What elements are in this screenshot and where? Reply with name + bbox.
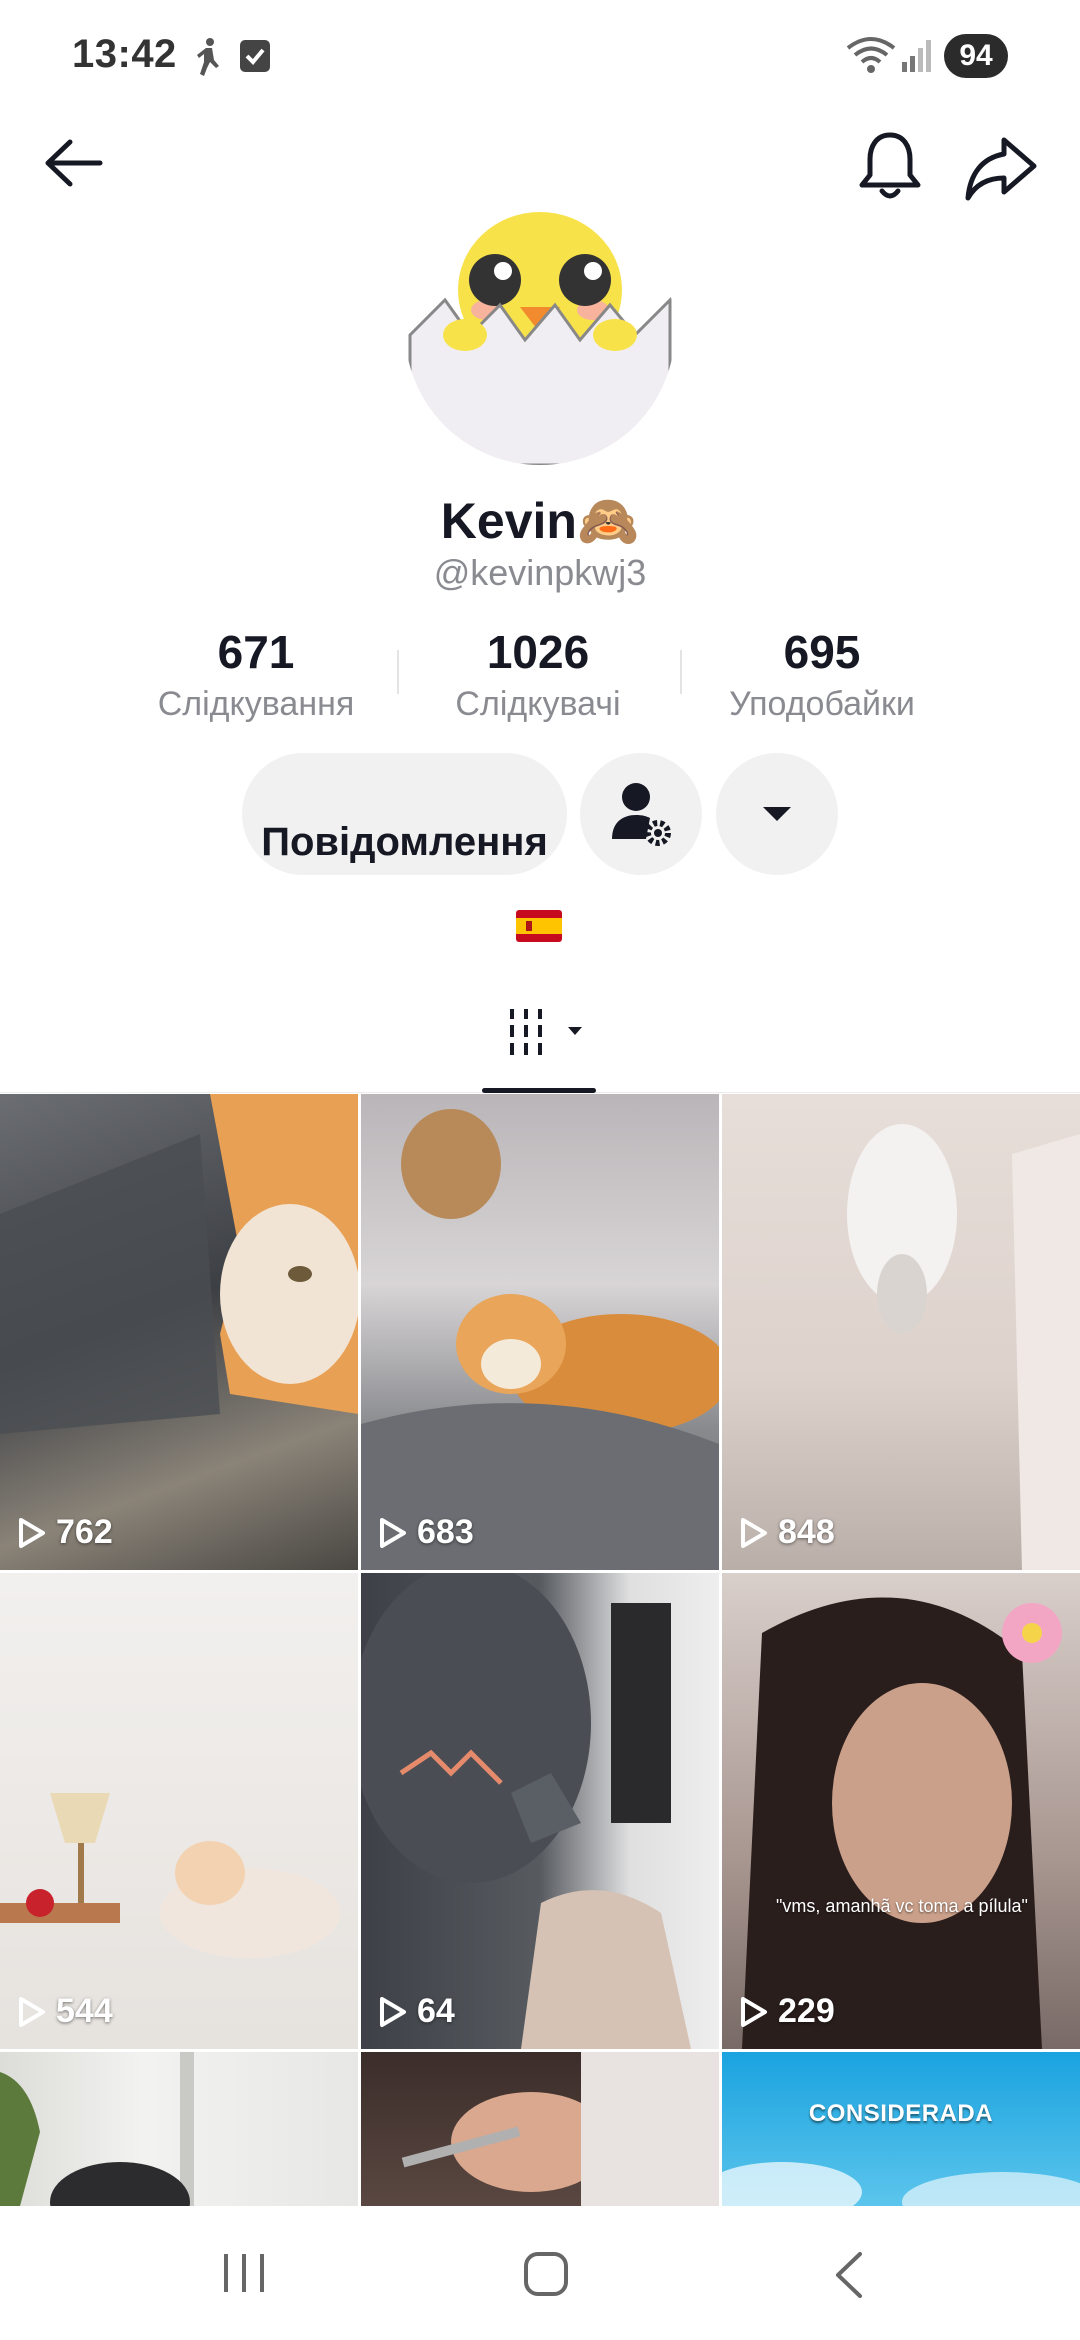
followers-count: 1026 xyxy=(486,626,590,678)
avatar[interactable] xyxy=(405,195,675,465)
views-value: 762 xyxy=(56,1513,113,1551)
views-count: 683 xyxy=(379,1513,474,1552)
video-thumbnail-cat-lamp xyxy=(0,1793,340,1958)
likes-label: Уподобайки xyxy=(729,685,915,723)
status-time: 13:42 xyxy=(72,32,177,76)
more-options-button[interactable] xyxy=(716,753,838,875)
caret-down-icon xyxy=(763,807,791,821)
message-button[interactable]: Повідомлення xyxy=(242,753,567,875)
video-tile[interactable]: 544 xyxy=(0,1573,358,2049)
username: @kevinpkwj3 xyxy=(433,552,647,593)
video-thumbnail-room xyxy=(0,2052,194,2206)
home-icon[interactable] xyxy=(522,2250,570,2298)
video-thumbnail-sky xyxy=(722,2162,1080,2206)
video-thumbnail-cat-bed xyxy=(361,1109,719,1570)
play-icon xyxy=(741,1996,767,2027)
play-icon xyxy=(19,1517,45,1548)
back-arrow-icon[interactable] xyxy=(40,128,110,198)
signal-icon xyxy=(902,40,931,72)
stat-divider xyxy=(397,650,399,694)
check-square-icon xyxy=(240,40,270,72)
views-value: 848 xyxy=(778,1513,835,1551)
video-thumbnail-hands xyxy=(401,2052,719,2206)
video-tile[interactable]: "vms, amanhã vc toma a pílula" 229 xyxy=(722,1573,1080,2049)
following-stat[interactable]: 671 Слідкування xyxy=(126,625,386,724)
stat-divider xyxy=(680,650,682,694)
play-icon xyxy=(380,1517,406,1548)
wifi-icon xyxy=(846,37,896,73)
followers-stat[interactable]: 1026 Слідкувачі xyxy=(408,625,668,724)
video-tile[interactable] xyxy=(361,2052,719,2206)
following-count: 671 xyxy=(217,626,295,678)
likes-count: 695 xyxy=(783,626,861,678)
views-value: 544 xyxy=(56,1992,113,2030)
video-tile[interactable]: 683 xyxy=(361,1094,719,1570)
video-thumbnail-girl-selfie xyxy=(742,1597,1062,2049)
following-label: Слідкування xyxy=(157,685,355,723)
video-tile[interactable]: 762 xyxy=(0,1094,358,1570)
views-value: 229 xyxy=(778,1992,835,2030)
views-count: 64 xyxy=(379,1992,455,2031)
video-tile[interactable]: 848 xyxy=(722,1094,1080,1570)
video-thumbnail-tattooed-man xyxy=(361,1573,691,2049)
views-value: 64 xyxy=(417,1992,455,2030)
play-icon xyxy=(19,1996,45,2027)
bell-icon[interactable] xyxy=(850,125,930,205)
video-caption-overlay: "vms, amanhã vc toma a pílula" xyxy=(776,1896,1028,1916)
back-icon[interactable] xyxy=(830,2250,870,2300)
video-thumbnail-cat-roof xyxy=(0,1094,358,1434)
followers-label: Слідкувачі xyxy=(455,685,621,723)
chick-in-egg-avatar xyxy=(405,195,675,465)
battery-indicator: 94 xyxy=(944,34,1008,78)
views-value: 683 xyxy=(417,1513,474,1551)
views-count: 848 xyxy=(740,1513,835,1552)
views-count: 229 xyxy=(740,1992,835,2031)
video-thumbnail-chinchilla xyxy=(847,1124,1080,1570)
add-friend-button[interactable] xyxy=(580,753,702,875)
views-count: 544 xyxy=(18,1992,113,2031)
video-tile[interactable]: CONSIDERADA xyxy=(722,2052,1080,2206)
play-icon xyxy=(741,1517,767,1548)
likes-stat[interactable]: 695 Уподобайки xyxy=(692,625,952,724)
video-tile[interactable] xyxy=(0,2052,358,2206)
share-arrow-icon[interactable] xyxy=(960,128,1040,208)
walk-icon xyxy=(197,38,219,76)
video-tile[interactable]: 64 xyxy=(361,1573,719,2049)
play-icon xyxy=(380,1996,406,2027)
active-tab-indicator xyxy=(482,1088,596,1093)
views-count: 762 xyxy=(18,1513,113,1552)
grid-videos-icon[interactable] xyxy=(508,1005,588,1065)
spain-flag-icon xyxy=(516,910,562,942)
recent-apps-icon[interactable] xyxy=(220,2250,270,2296)
display-name: Kevin🙈 xyxy=(440,493,640,549)
person-gear-icon xyxy=(612,783,671,846)
